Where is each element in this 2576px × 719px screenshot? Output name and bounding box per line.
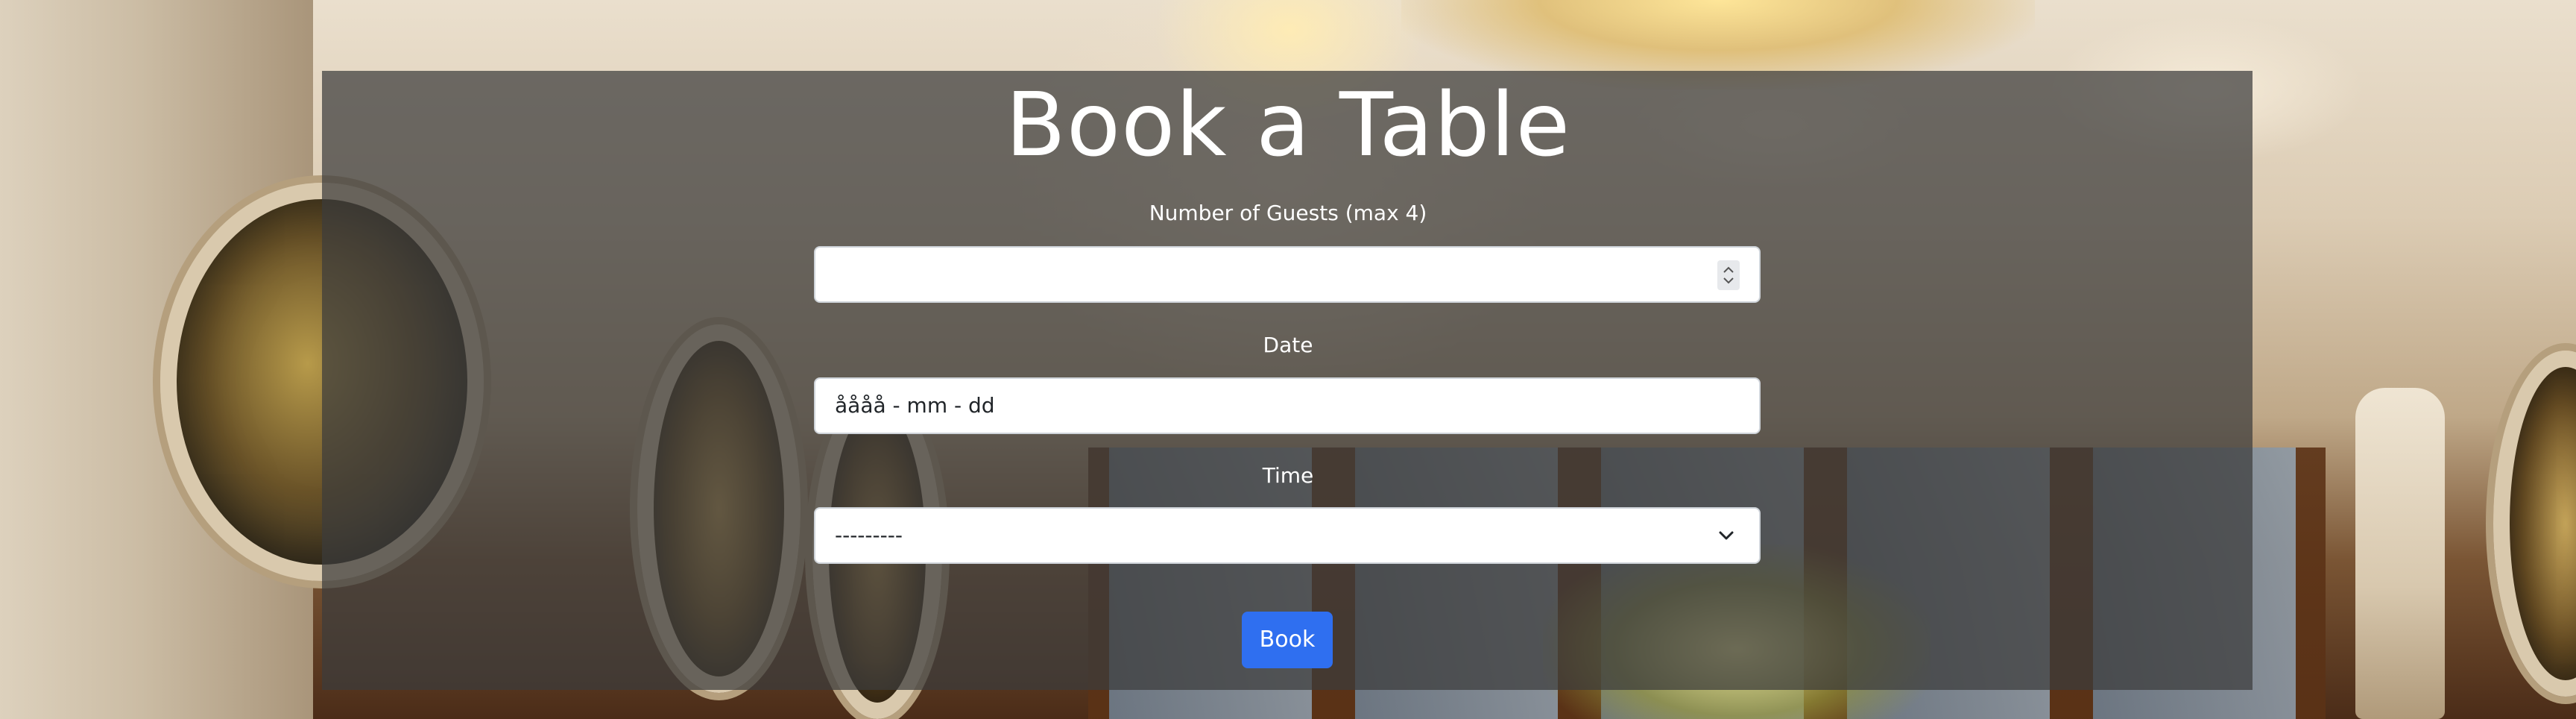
date-input[interactable]: åååå - mm - dd: [814, 377, 1761, 434]
date-placeholder: åååå - mm - dd: [835, 393, 995, 418]
time-label: Time: [1262, 463, 1314, 488]
date-label: Date: [1263, 333, 1313, 357]
time-selected-value: ---------: [835, 523, 903, 547]
book-button[interactable]: Book: [1242, 612, 1333, 668]
guests-label: Number of Guests (max 4): [1149, 201, 1427, 225]
chevron-down-icon: [1716, 525, 1737, 546]
guests-number-input[interactable]: [814, 246, 1761, 303]
portrait-painting: [2493, 351, 2576, 697]
time-select[interactable]: ---------: [814, 507, 1761, 564]
page-title: Book a Table: [1005, 73, 1571, 176]
statue: [2355, 388, 2445, 719]
spinner-icon[interactable]: [1717, 260, 1740, 290]
